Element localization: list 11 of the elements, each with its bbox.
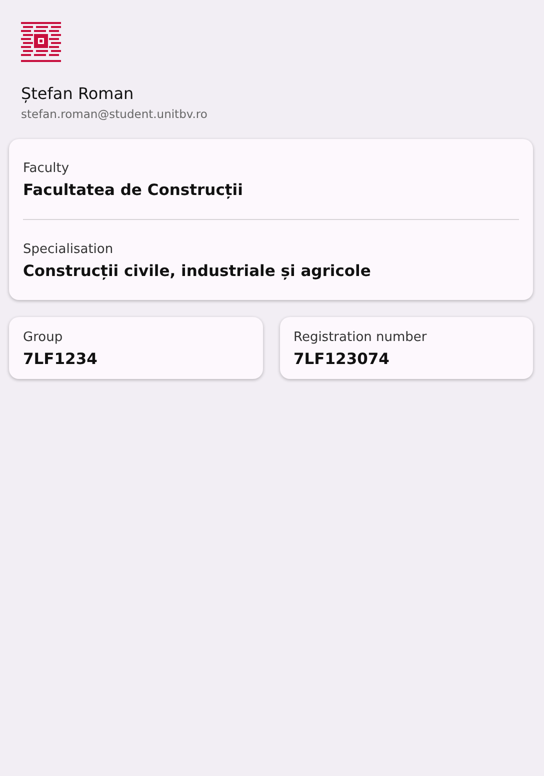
field-label: Faculty <box>23 161 70 176</box>
user-name: Ștefan Roman <box>21 84 135 103</box>
logo-icon <box>21 22 61 62</box>
field-value: Facultatea de Construcții <box>23 181 244 199</box>
field-label: Registration number <box>294 330 428 345</box>
field-label: Group <box>23 330 64 345</box>
field-value: Construcții civile, industriale și agricole <box>23 262 372 280</box>
field-label: Specialisation <box>23 242 114 257</box>
field-value: 7LF1234 <box>23 350 98 368</box>
field-value: 7LF123074 <box>294 350 390 368</box>
user-email: stefan.roman@student.unitbv.ro <box>21 107 208 121</box>
